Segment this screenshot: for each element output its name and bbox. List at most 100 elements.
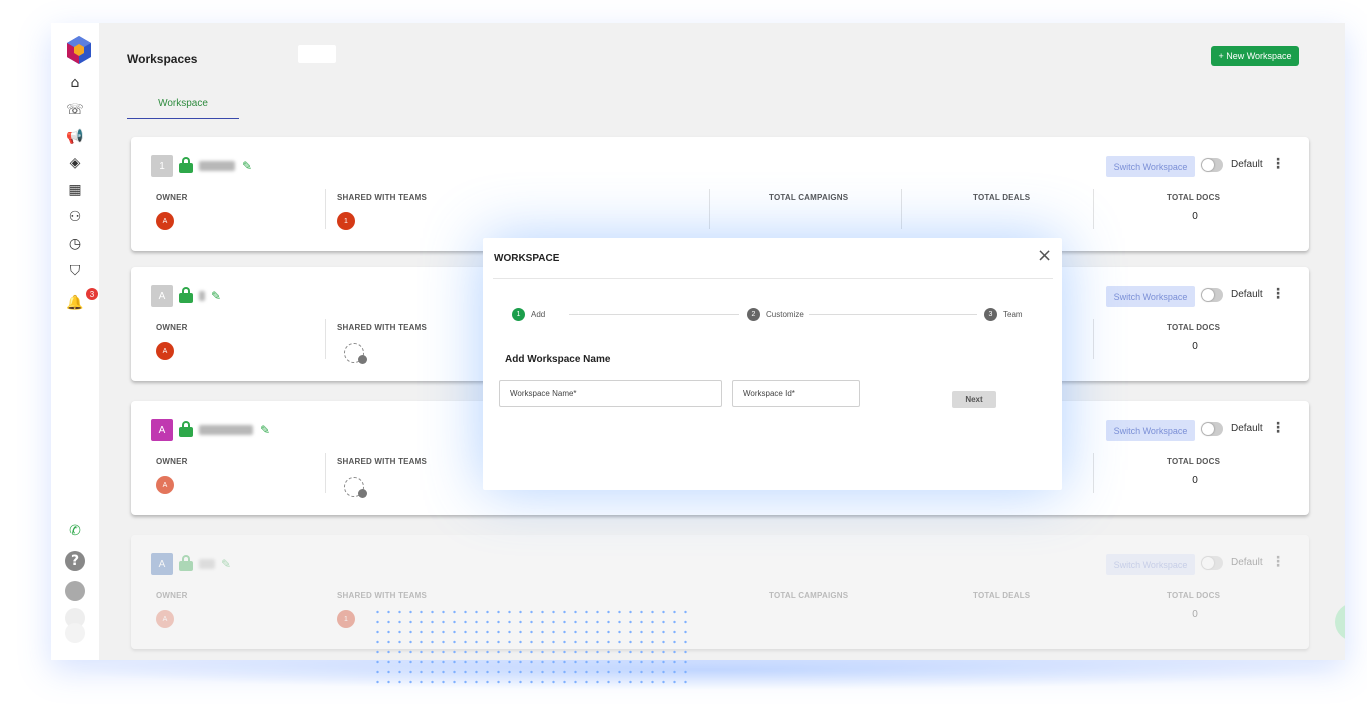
- workspace-card[interactable]: 1 122323 ✎ OWNER SHARED WITH TEAMS TOTAL…: [131, 137, 1309, 251]
- step-number: 1: [512, 308, 525, 321]
- phone-icon[interactable]: ✆: [65, 521, 85, 541]
- switch-workspace-button[interactable]: Switch Workspace: [1106, 420, 1195, 441]
- next-button[interactable]: Next: [952, 391, 996, 408]
- step-connector: [809, 314, 977, 315]
- docs-count: 0: [1192, 341, 1198, 352]
- edit-icon[interactable]: ✎: [211, 289, 225, 303]
- workspace-name: a: [199, 291, 205, 301]
- workspace-name-input[interactable]: Workspace Name*: [499, 380, 722, 407]
- shared-label: SHARED WITH TEAMS: [337, 323, 428, 332]
- default-label: Default: [1231, 423, 1263, 434]
- team-avatar[interactable]: 1: [337, 610, 355, 628]
- workspace-name: 122323: [199, 161, 235, 171]
- user-avatar-icon[interactable]: [65, 581, 85, 601]
- help-icon[interactable]: ?: [65, 551, 85, 571]
- owner-avatar[interactable]: A: [156, 342, 174, 360]
- shared-label: SHARED WITH TEAMS: [337, 457, 428, 466]
- owner-label: OWNER: [156, 457, 188, 466]
- default-label: Default: [1231, 289, 1263, 300]
- megaphone-icon[interactable]: 📢: [65, 127, 85, 147]
- owner-avatar[interactable]: A: [156, 610, 174, 628]
- column-divider: [325, 453, 326, 493]
- workspace-modal: WORKSPACE × 1 Add 2 Customize 3 Team Add…: [483, 238, 1062, 490]
- lock-icon: [179, 421, 193, 437]
- column-divider: [901, 189, 902, 229]
- switch-workspace-button[interactable]: Switch Workspace: [1106, 156, 1195, 177]
- switch-workspace-button[interactable]: Switch Workspace: [1106, 286, 1195, 307]
- default-toggle[interactable]: [1201, 158, 1223, 172]
- app-logo[interactable]: [65, 35, 93, 65]
- owner-avatar[interactable]: A: [156, 212, 174, 230]
- step-number: 2: [747, 308, 760, 321]
- more-options-icon[interactable]: ⋮: [1271, 555, 1285, 569]
- workspace-name: abl: [199, 559, 215, 569]
- lock-icon: [179, 287, 193, 303]
- default-toggle[interactable]: [1201, 288, 1223, 302]
- owner-avatar[interactable]: A: [156, 476, 174, 494]
- campaigns-label: TOTAL CAMPAIGNS: [769, 591, 849, 600]
- workspace-avatar: A: [151, 285, 173, 307]
- step-connector: [569, 314, 739, 315]
- tag-icon[interactable]: ◈: [65, 153, 85, 173]
- edit-icon[interactable]: ✎: [221, 557, 235, 571]
- more-options-icon[interactable]: ⋮: [1271, 421, 1285, 435]
- page-title: Workspaces: [127, 52, 198, 66]
- shared-label: SHARED WITH TEAMS: [337, 193, 428, 202]
- step-label: Team: [1003, 310, 1023, 319]
- step-label: Add: [531, 310, 546, 319]
- lock-icon: [179, 157, 193, 173]
- edit-icon[interactable]: ✎: [260, 423, 274, 437]
- more-options-icon[interactable]: ⋮: [1271, 157, 1285, 171]
- workspace-card[interactable]: A abl ✎ OWNER SHARED WITH TEAMS TOTAL CA…: [131, 535, 1309, 649]
- add-team-icon[interactable]: [344, 343, 367, 364]
- decorative-dot-grid: [372, 607, 692, 687]
- shield-icon[interactable]: ⛉: [65, 261, 85, 281]
- workspace-id-input[interactable]: Workspace Id*: [732, 380, 860, 407]
- home-icon[interactable]: ⌂: [65, 73, 85, 93]
- column-divider: [1093, 189, 1094, 229]
- docs-label: TOTAL DOCS: [1167, 323, 1221, 332]
- workspace-avatar: A: [151, 419, 173, 441]
- faded-avatar-icon: [65, 623, 85, 643]
- docs-count: 0: [1192, 211, 1198, 222]
- close-icon[interactable]: ×: [1037, 247, 1052, 265]
- workspace-avatar: 1: [151, 155, 173, 177]
- campaigns-label: TOTAL CAMPAIGNS: [769, 193, 849, 202]
- column-divider: [325, 189, 326, 229]
- column-divider: [325, 319, 326, 359]
- bell-icon[interactable]: 🔔: [65, 293, 85, 313]
- modal-title: WORKSPACE: [494, 253, 560, 264]
- owner-label: OWNER: [156, 323, 188, 332]
- step-label: Customize: [766, 310, 804, 319]
- docs-count: 0: [1192, 609, 1198, 620]
- sidebar: ⌂ ☏ 📢 ◈ ▦ ⚇ ◷ ⛉ 🔔 3 ✆ ?: [51, 23, 99, 660]
- notification-badge: 3: [86, 288, 98, 300]
- team-avatar[interactable]: 1: [337, 212, 355, 230]
- docs-label: TOTAL DOCS: [1167, 457, 1221, 466]
- title-placeholder-box: [298, 45, 336, 63]
- workspace-avatar: A: [151, 553, 173, 575]
- team-icon[interactable]: ⚇: [65, 207, 85, 227]
- clock-icon[interactable]: ◷: [65, 234, 85, 254]
- new-workspace-button[interactable]: + New Workspace: [1211, 46, 1299, 66]
- add-team-icon[interactable]: [344, 477, 367, 498]
- edit-icon[interactable]: ✎: [242, 159, 256, 173]
- owner-label: OWNER: [156, 193, 188, 202]
- step-number: 3: [984, 308, 997, 321]
- step-team: 3 Team: [984, 308, 1023, 321]
- tab-workspace[interactable]: Workspace: [127, 89, 239, 119]
- section-title: Add Workspace Name: [505, 354, 611, 365]
- phone-list-icon[interactable]: ☏: [65, 100, 85, 120]
- column-divider: [1093, 453, 1094, 493]
- chat-button[interactable]: [1335, 603, 1345, 641]
- default-label: Default: [1231, 557, 1263, 568]
- switch-workspace-button[interactable]: Switch Workspace: [1106, 554, 1195, 575]
- column-divider: [709, 189, 710, 229]
- default-toggle[interactable]: [1201, 556, 1223, 570]
- more-options-icon[interactable]: ⋮: [1271, 287, 1285, 301]
- deals-label: TOTAL DEALS: [973, 591, 1031, 600]
- apps-grid-icon[interactable]: ▦: [65, 180, 85, 200]
- lock-icon: [179, 555, 193, 571]
- default-toggle[interactable]: [1201, 422, 1223, 436]
- docs-count: 0: [1192, 475, 1198, 486]
